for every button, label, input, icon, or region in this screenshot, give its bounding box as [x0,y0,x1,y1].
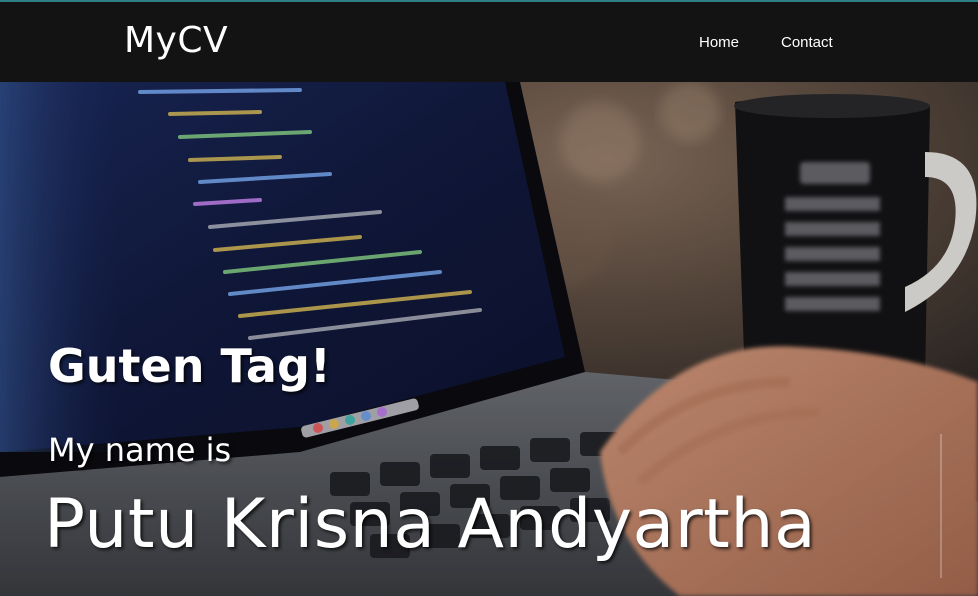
navbar: MyCV Home Contact [0,2,978,82]
nav-link-contact[interactable]: Contact [781,33,833,53]
brand-logo[interactable]: MyCV [124,18,228,64]
page: MyCV Home Contact Guten Tag! My name is … [0,0,978,596]
nav-link-home[interactable]: Home [699,33,739,53]
greeting-heading: Guten Tag! [48,339,331,393]
intro-text: My name is [48,431,232,469]
hero-section: Guten Tag! My name is Putu Krisna Andyar… [0,82,978,596]
scroll-indicator [940,434,942,578]
full-name-heading: Putu Krisna Andyartha [44,485,817,564]
